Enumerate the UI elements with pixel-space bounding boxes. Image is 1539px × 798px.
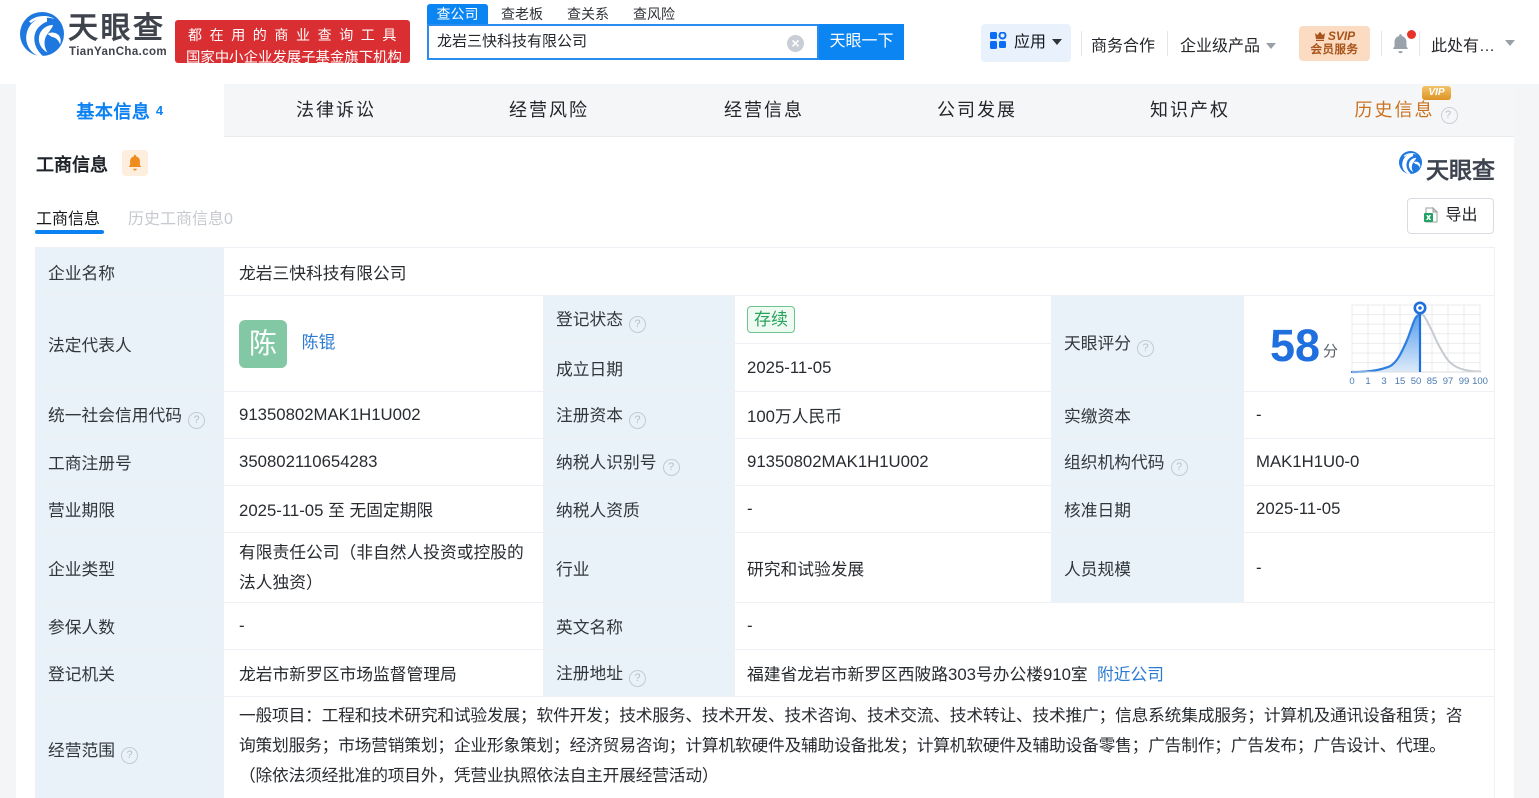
svg-text:1: 1 xyxy=(1365,376,1370,387)
svg-text:100: 100 xyxy=(1472,376,1488,387)
svg-text:99: 99 xyxy=(1459,376,1470,387)
svg-text:85: 85 xyxy=(1427,376,1438,387)
svg-text:97: 97 xyxy=(1443,376,1454,387)
svg-text:50: 50 xyxy=(1411,376,1422,387)
svg-text:0: 0 xyxy=(1349,376,1354,387)
svg-text:3: 3 xyxy=(1381,376,1386,387)
svg-text:15: 15 xyxy=(1395,376,1406,387)
